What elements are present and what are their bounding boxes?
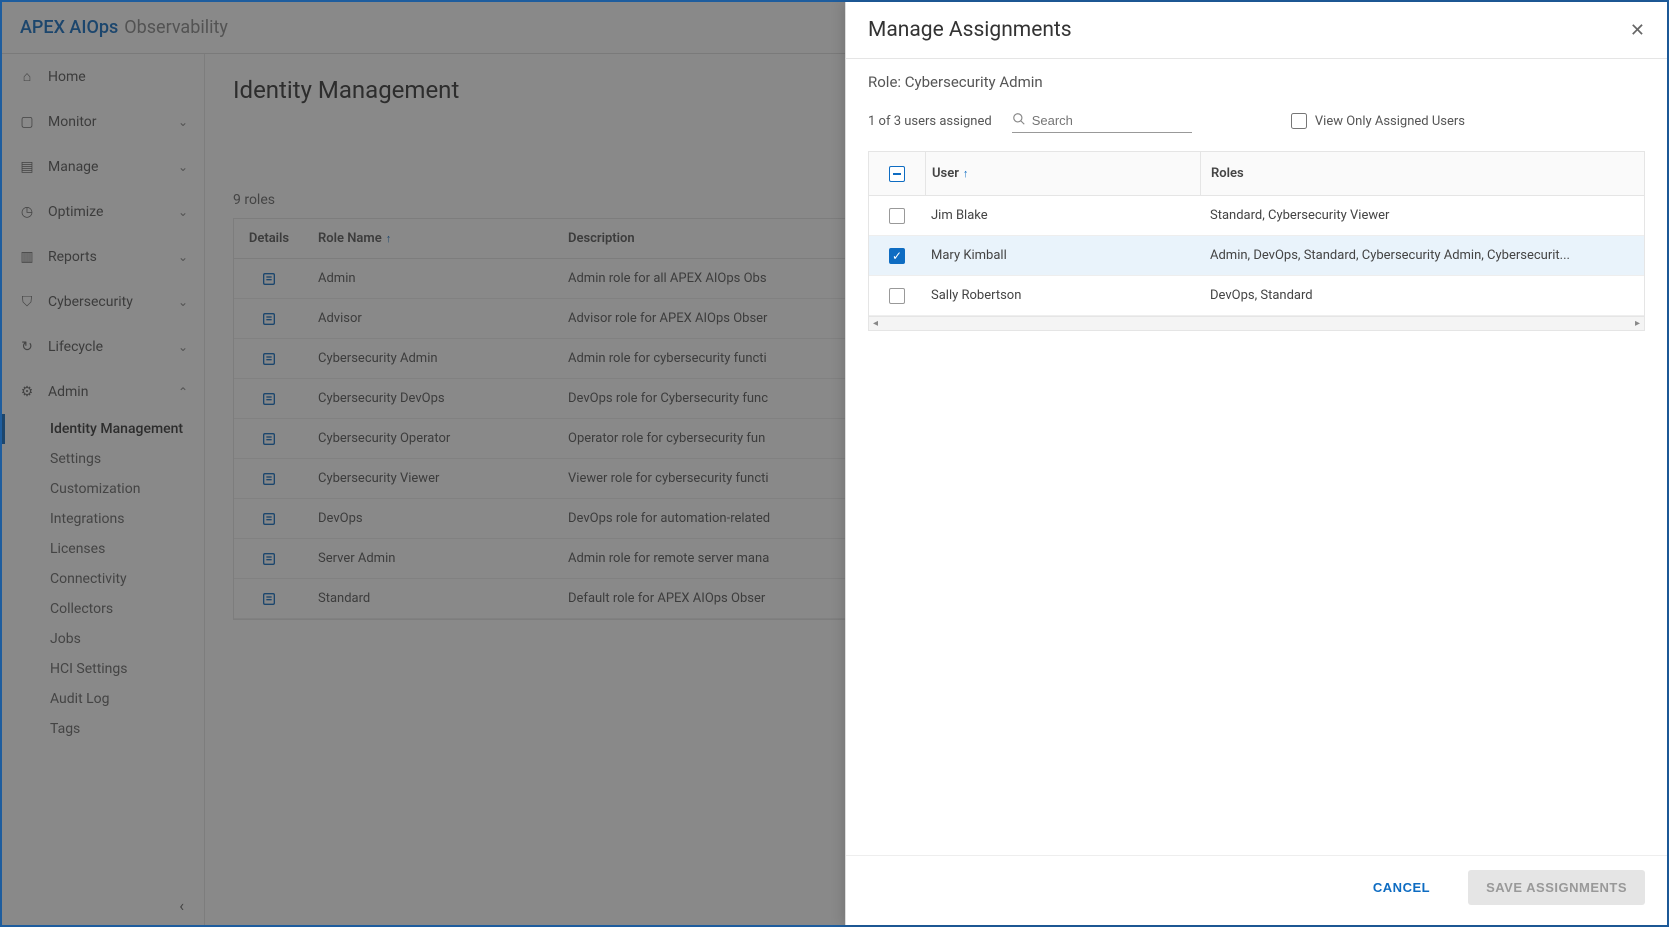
user-roles: Admin, DevOps, Standard, Cybersecurity A… [1200, 236, 1644, 276]
panel-subheader: Role: Cybersecurity Admin 1 of 3 users a… [846, 59, 1667, 141]
panel-footer: CANCEL SAVE ASSIGNMENTS [846, 855, 1667, 925]
role-label: Role: Cybersecurity Admin [868, 73, 1645, 91]
sort-ascending-icon: ↑ [963, 167, 969, 180]
view-only-checkbox[interactable] [1291, 113, 1307, 129]
save-assignments-button[interactable]: SAVE ASSIGNMENTS [1468, 870, 1645, 905]
scroll-left-icon: ◂ [873, 318, 878, 329]
manage-assignments-panel: Manage Assignments ✕ Role: Cybersecurity… [845, 2, 1667, 925]
view-only-group: View Only Assigned Users [1291, 113, 1465, 129]
user-roles: Standard, Cybersecurity Viewer [1200, 196, 1644, 236]
search-field[interactable] [1012, 109, 1192, 133]
user-check-cell [869, 248, 925, 264]
panel-header: Manage Assignments ✕ [846, 2, 1667, 59]
user-row[interactable]: Mary KimballAdmin, DevOps, Standard, Cyb… [869, 236, 1644, 276]
panel-controls: 1 of 3 users assigned View Only Assigned… [868, 109, 1645, 133]
user-name: Sally Robertson [925, 288, 1200, 303]
search-icon [1012, 112, 1026, 130]
user-check-cell [869, 208, 925, 224]
column-user[interactable]: User↑ [925, 152, 1200, 195]
user-name: Mary Kimball [925, 248, 1200, 263]
column-roles[interactable]: Roles [1200, 152, 1644, 195]
search-input[interactable] [1030, 109, 1212, 132]
user-check-cell [869, 288, 925, 304]
user-checkbox[interactable] [889, 248, 905, 264]
cancel-button[interactable]: CANCEL [1355, 870, 1448, 905]
user-row[interactable]: Sally RobertsonDevOps, Standard [869, 276, 1644, 316]
horizontal-scrollbar[interactable]: ◂ ▸ [868, 317, 1645, 331]
user-checkbox[interactable] [889, 208, 905, 224]
user-name: Jim Blake [925, 208, 1200, 223]
user-table-header: User↑ Roles [869, 152, 1644, 196]
select-all-checkbox[interactable] [889, 166, 905, 182]
close-button[interactable]: ✕ [1630, 20, 1645, 41]
user-row[interactable]: Jim BlakeStandard, Cybersecurity Viewer [869, 196, 1644, 236]
user-roles: DevOps, Standard [1200, 276, 1644, 316]
panel-title: Manage Assignments [868, 18, 1072, 42]
assigned-count: 1 of 3 users assigned [868, 114, 992, 129]
close-icon: ✕ [1630, 20, 1645, 40]
select-all-cell [869, 166, 925, 182]
user-table: User↑ Roles Jim BlakeStandard, Cybersecu… [868, 151, 1645, 317]
user-checkbox[interactable] [889, 288, 905, 304]
view-only-label: View Only Assigned Users [1315, 114, 1465, 129]
panel-body: User↑ Roles Jim BlakeStandard, Cybersecu… [846, 141, 1667, 855]
scroll-right-icon: ▸ [1635, 318, 1640, 329]
